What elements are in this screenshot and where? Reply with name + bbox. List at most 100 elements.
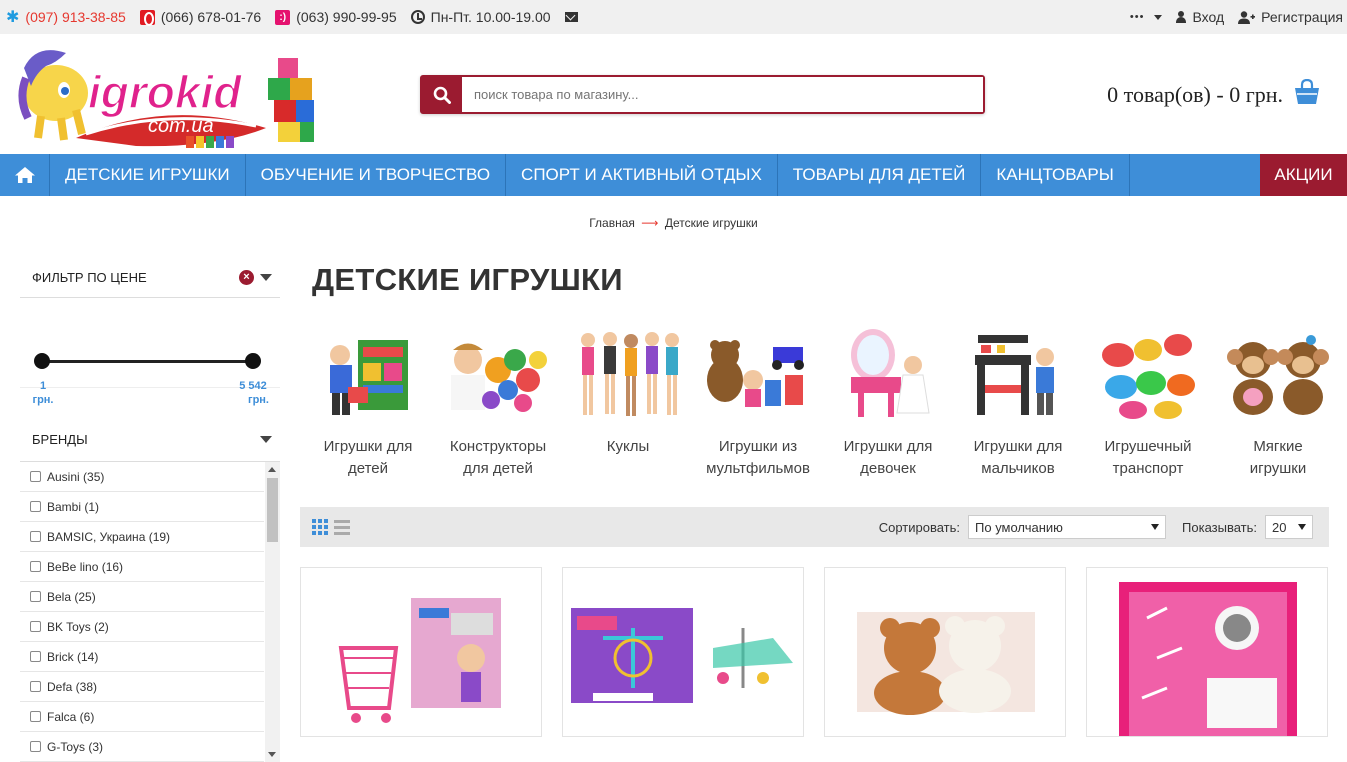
category-image[interactable]: [313, 322, 423, 422]
show-label: Показывать:: [1182, 519, 1257, 535]
brand-checkbox[interactable]: [30, 471, 41, 482]
brand-item[interactable]: Bambi (1): [20, 492, 264, 522]
category-boys-toys[interactable]: Игрушки для мальчиков: [953, 322, 1083, 480]
phone-lifecell[interactable]: :) (063) 990-99-95: [275, 9, 397, 25]
lifecell-icon: :): [275, 9, 291, 25]
svg-text:igrokid: igrokid: [88, 66, 242, 118]
category-kids-toys[interactable]: Игрушки для детей: [303, 322, 433, 480]
brand-checkbox[interactable]: [30, 741, 41, 752]
product-grid: [300, 567, 1347, 737]
nav-item-sale[interactable]: АКЦИИ: [1260, 154, 1347, 196]
brand-list-scrollbar[interactable]: [265, 462, 280, 762]
brand-list: Ausini (35) Bambi (1) BAMSIC, Украина (1…: [20, 462, 280, 762]
sort-select[interactable]: По умолчанию: [968, 515, 1167, 539]
category-dolls[interactable]: Куклы: [563, 322, 693, 480]
chevron-down-icon[interactable]: [260, 274, 272, 281]
brand-checkbox[interactable]: [30, 531, 41, 542]
kyivstar-icon: ✱: [6, 9, 20, 26]
chevron-down-icon: [1151, 524, 1160, 530]
login-link[interactable]: Вход: [1176, 9, 1224, 25]
brand-item[interactable]: Bela (25): [20, 582, 264, 612]
brand-item[interactable]: Ausini (35): [20, 462, 264, 492]
per-page-select[interactable]: 20: [1265, 515, 1313, 539]
nav-item-kids-goods[interactable]: ТОВАРЫ ДЛЯ ДЕТЕЙ: [778, 154, 982, 196]
product-image[interactable]: [563, 568, 804, 737]
price-max-label: 5 542 грн.: [239, 380, 269, 406]
brand-checkbox[interactable]: [30, 621, 41, 632]
main-nav: ДЕТСКИЕ ИГРУШКИ ОБУЧЕНИЕ И ТВОРЧЕСТВО СП…: [0, 154, 1347, 196]
price-min-label: 1 грн.: [32, 380, 54, 406]
product-card[interactable]: [562, 567, 804, 737]
header: igrokid com.ua 0 товар(ов) - 0 грн.: [0, 34, 1347, 154]
search-input[interactable]: [462, 77, 983, 112]
brand-item[interactable]: Brick (14): [20, 642, 264, 672]
category-image[interactable]: [833, 322, 943, 422]
brand-item[interactable]: G-Toys (3): [20, 732, 264, 762]
brands-filter-header[interactable]: БРЕНДЫ: [20, 418, 280, 462]
shopping-bag-icon: [1293, 78, 1321, 111]
price-slider-min-handle[interactable]: [34, 353, 50, 369]
register-link[interactable]: Регистрация: [1238, 9, 1343, 25]
category-constructors[interactable]: Конструкторы для детей: [433, 322, 563, 480]
brand-item[interactable]: BeBe lino (16): [20, 552, 264, 582]
page-title: ДЕТСКИЕ ИГРУШКИ: [312, 262, 623, 297]
breadcrumb-home[interactable]: Главная: [589, 216, 635, 230]
brand-item[interactable]: BAMSIC, Украина (19): [20, 522, 264, 552]
more-menu[interactable]: •••: [1130, 11, 1163, 23]
product-image[interactable]: [301, 568, 542, 737]
brand-checkbox[interactable]: [30, 561, 41, 572]
grid-view-icon[interactable]: [312, 519, 328, 535]
scroll-up-icon[interactable]: [268, 467, 276, 472]
category-image[interactable]: [573, 322, 683, 422]
svg-text:com.ua: com.ua: [148, 115, 214, 137]
nav-item-education[interactable]: ОБУЧЕНИЕ И ТВОРЧЕСТВО: [246, 154, 507, 196]
product-card[interactable]: [1086, 567, 1328, 737]
scrollbar-thumb[interactable]: [267, 478, 278, 542]
price-filter-header[interactable]: ФИЛЬТР ПО ЦЕНЕ ×: [20, 258, 280, 298]
category-soft-toys[interactable]: Мягкие игрушки: [1213, 322, 1343, 480]
product-image[interactable]: [825, 568, 1066, 737]
email-link[interactable]: [564, 12, 584, 22]
home-button[interactable]: [0, 154, 50, 196]
brand-checkbox[interactable]: [30, 651, 41, 662]
envelope-icon: [564, 12, 578, 22]
price-slider-max-handle[interactable]: [245, 353, 261, 369]
brand-checkbox[interactable]: [30, 501, 41, 512]
category-image[interactable]: [963, 322, 1073, 422]
phone-vodafone[interactable]: (066) 678-01-76: [139, 9, 261, 26]
scroll-down-icon[interactable]: [268, 752, 276, 757]
category-toy-transport[interactable]: Игрушечный транспорт: [1083, 322, 1213, 480]
phone-kyivstar[interactable]: ✱ (097) 913-38-85: [6, 7, 126, 27]
category-image[interactable]: [1093, 322, 1203, 422]
breadcrumb-arrow-icon: ⟶: [641, 216, 659, 230]
search-button[interactable]: [422, 77, 462, 112]
product-image[interactable]: [1087, 568, 1328, 737]
price-slider-track[interactable]: [42, 360, 253, 363]
category-girls-toys[interactable]: Игрушки для девочек: [823, 322, 953, 480]
chevron-down-icon[interactable]: [260, 436, 272, 443]
category-cartoon-toys[interactable]: Игрушки из мультфильмов: [693, 322, 823, 480]
user-icon: [1176, 11, 1187, 23]
reset-filter-icon[interactable]: ×: [239, 270, 254, 285]
brand-item[interactable]: Defa (38): [20, 672, 264, 702]
brand-checkbox[interactable]: [30, 681, 41, 692]
brand-item[interactable]: BK Toys (2): [20, 612, 264, 642]
nav-item-kids-toys[interactable]: ДЕТСКИЕ ИГРУШКИ: [50, 154, 246, 196]
search-icon: [433, 86, 451, 104]
category-image[interactable]: [703, 322, 813, 422]
sort-label: Сортировать:: [878, 519, 961, 535]
breadcrumb: Главная ⟶ Детские игрушки: [0, 216, 1347, 230]
nav-item-stationery[interactable]: КАНЦТОВАРЫ: [981, 154, 1130, 196]
site-logo[interactable]: igrokid com.ua: [16, 38, 316, 150]
category-image[interactable]: [443, 322, 553, 422]
chevron-down-icon: [1298, 524, 1306, 530]
nav-item-sport[interactable]: СПОРТ И АКТИВНЫЙ ОТДЫХ: [506, 154, 778, 196]
top-bar: ✱ (097) 913-38-85 (066) 678-01-76 :) (06…: [0, 0, 1347, 34]
product-card[interactable]: [300, 567, 542, 737]
product-card[interactable]: [824, 567, 1066, 737]
brand-checkbox[interactable]: [30, 711, 41, 722]
list-view-icon[interactable]: [334, 519, 350, 535]
cart-summary[interactable]: 0 товар(ов) - 0 грн.: [1107, 78, 1321, 111]
brand-checkbox[interactable]: [30, 591, 41, 602]
category-image[interactable]: [1223, 322, 1333, 422]
